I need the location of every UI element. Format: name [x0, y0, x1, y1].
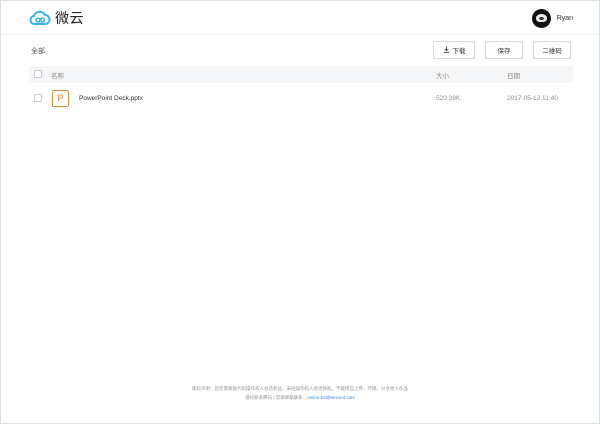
save-button[interactable]: 保存 — [485, 41, 523, 59]
toolbar: 下载 保存 二维码 — [433, 41, 571, 59]
save-label: 保存 — [497, 48, 511, 55]
pptx-file-icon: P — [52, 90, 69, 107]
download-label: 下载 — [452, 48, 466, 55]
qr-code-label: 二维码 — [542, 48, 562, 55]
file-date: 2017-05-12 11:40 — [507, 95, 558, 102]
breadcrumb[interactable]: 全部 — [31, 46, 45, 56]
page-frame: 微云 Ryan 全部 下载 保存 二维码 名称 大小 日期 P PowerPoi… — [0, 0, 600, 424]
file-size: 520.39K — [436, 95, 461, 102]
app-logo[interactable]: 微云 — [29, 8, 84, 28]
avatar[interactable] — [531, 8, 551, 28]
contact-line: 侵权联系腾讯 | 官微邮箱联系：notice-b2@tencent.com — [1, 393, 599, 402]
contact-prefix: 侵权联系腾讯 | 官微邮箱联系： — [245, 395, 308, 400]
footer: 版权声明：您仅需要能代码操作权人会话权益，未经操作权人会话授权，不能擅自上传、存… — [1, 384, 599, 402]
table-row[interactable]: P PowerPoint Deck.pptx 520.39K 2017-05-1… — [29, 88, 573, 110]
user-name: Ryan — [556, 14, 573, 22]
download-button[interactable]: 下载 — [433, 41, 475, 59]
row-checkbox[interactable] — [34, 94, 42, 102]
select-all-checkbox[interactable] — [34, 70, 42, 78]
column-header-size[interactable]: 大小 — [436, 70, 449, 80]
download-icon — [443, 46, 450, 55]
file-name[interactable]: PowerPoint Deck.pptx — [79, 95, 143, 102]
top-header: 微云 Ryan — [1, 1, 599, 35]
app-name: 微云 — [55, 11, 84, 27]
column-header-name[interactable]: 名称 — [51, 70, 64, 80]
copyright-notice: 版权声明：您仅需要能代码操作权人会话权益，未经操作权人会话授权，不能擅自上传、存… — [192, 386, 408, 391]
qr-code-button[interactable]: 二维码 — [533, 41, 571, 59]
table-header: 名称 大小 日期 — [29, 66, 573, 83]
user-menu[interactable]: Ryan — [531, 8, 573, 28]
column-header-date[interactable]: 日期 — [507, 70, 520, 80]
cloud-icon — [29, 10, 51, 26]
contact-email-link[interactable]: notice-b2@tencent.com — [307, 395, 355, 400]
